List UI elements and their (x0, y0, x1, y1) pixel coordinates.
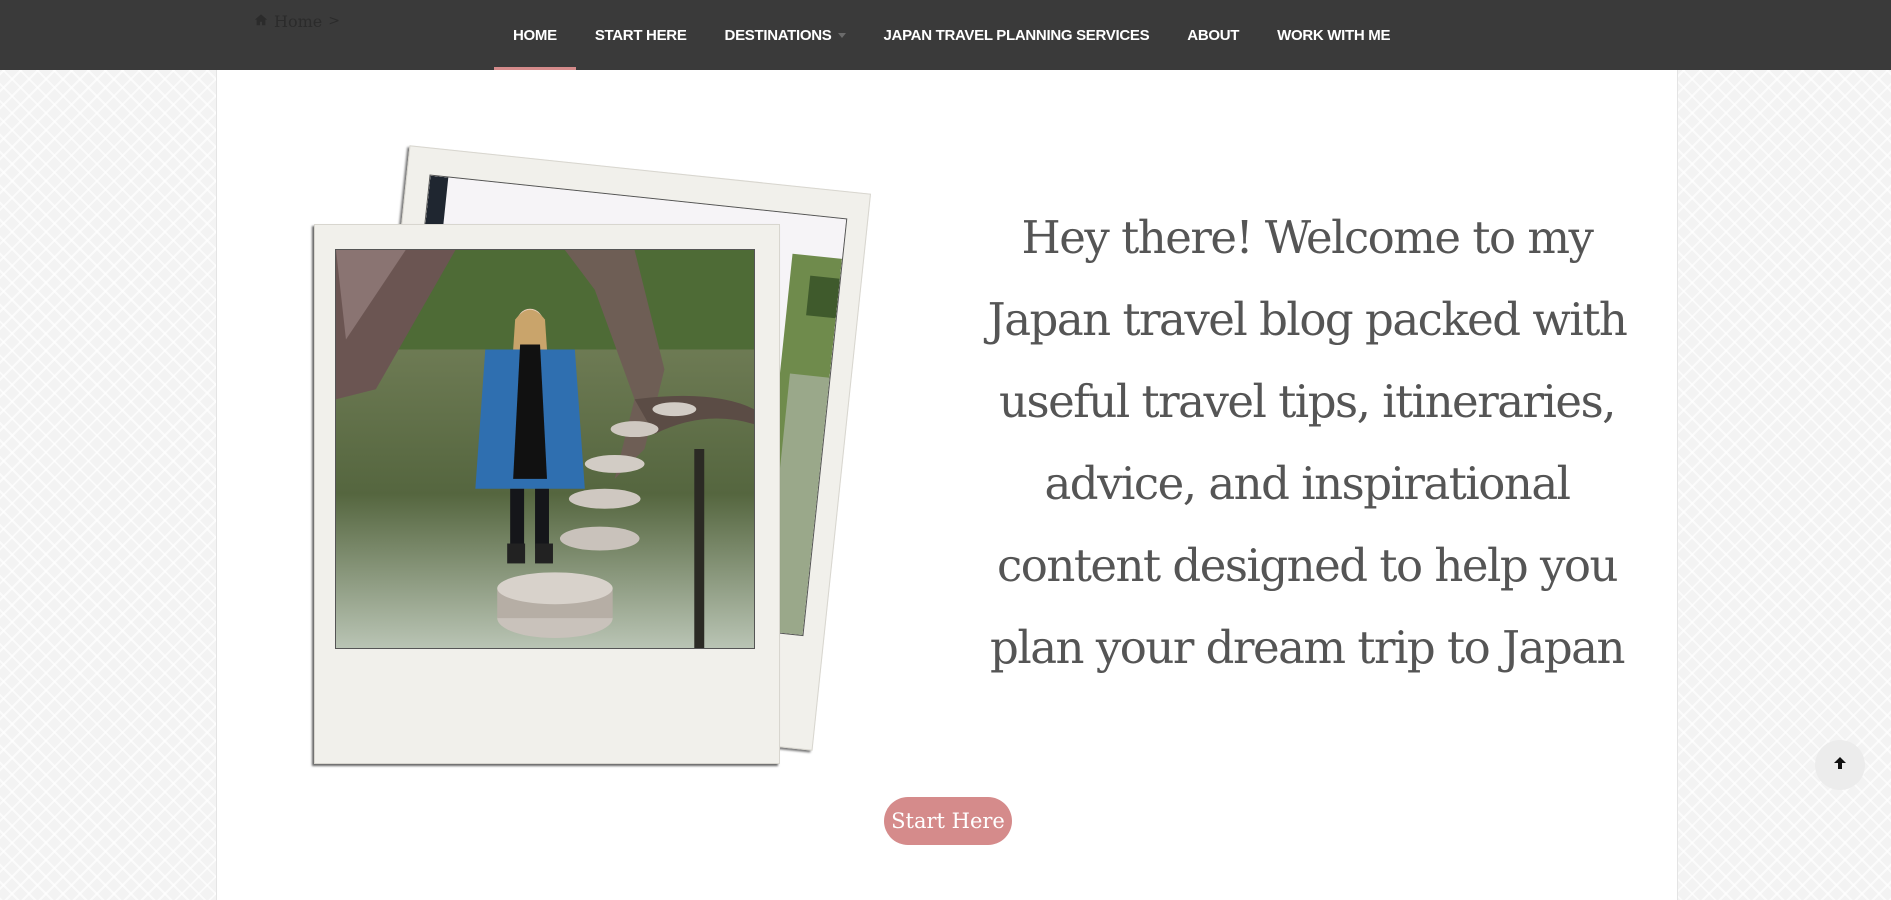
nav-item-destinations[interactable]: DESTINATIONS (706, 0, 865, 70)
hero-line: Japan travel blog packed with (987, 293, 1628, 346)
main-menu: HOME START HERE DESTINATIONS JAPAN TRAVE… (494, 0, 1409, 70)
hero-welcome-text: Hey there! Welcome to my Japan travel bl… (987, 197, 1628, 689)
nav-item-label: JAPAN TRAVEL PLANNING SERVICES (883, 26, 1150, 44)
garden-photo-front (335, 249, 755, 649)
arrow-up-icon (1832, 755, 1848, 776)
nav-item-label: ABOUT (1187, 26, 1240, 44)
start-here-button[interactable]: Start Here (884, 797, 1012, 845)
nav-item-about[interactable]: ABOUT (1168, 0, 1258, 70)
hero-line: advice, and inspirational (1044, 457, 1571, 510)
breadcrumb: Home > (254, 10, 340, 32)
polaroid-front (314, 224, 780, 764)
nav-item-work-with-me[interactable]: WORK WITH ME (1258, 0, 1409, 70)
nav-item-label: WORK WITH ME (1277, 26, 1391, 44)
nav-item-label: DESTINATIONS (724, 26, 832, 44)
breadcrumb-separator: > (328, 13, 340, 29)
scroll-to-top-button[interactable] (1815, 740, 1865, 790)
nav-item-start-here[interactable]: START HERE (576, 0, 706, 70)
home-icon (254, 12, 268, 31)
nav-item-label: HOME (513, 26, 557, 44)
hero-line: plan your dream trip to Japan (990, 621, 1625, 674)
hero-line: content designed to help you (997, 539, 1618, 592)
hero-line: useful travel tips, itineraries, (999, 375, 1616, 428)
nav-item-label: START HERE (594, 26, 687, 44)
chevron-down-icon (837, 32, 846, 38)
nav-item-japan-travel-planning-services[interactable]: JAPAN TRAVEL PLANNING SERVICES (865, 0, 1169, 70)
main-content: Hey there! Welcome to my Japan travel bl… (216, 70, 1678, 900)
breadcrumb-home-link[interactable]: Home (274, 12, 322, 31)
nav-item-home[interactable]: HOME (494, 0, 576, 70)
hero-line: Hey there! Welcome to my (1021, 211, 1594, 264)
top-navbar: Home > HOME START HERE DESTINATIONS JAPA… (0, 0, 1891, 70)
